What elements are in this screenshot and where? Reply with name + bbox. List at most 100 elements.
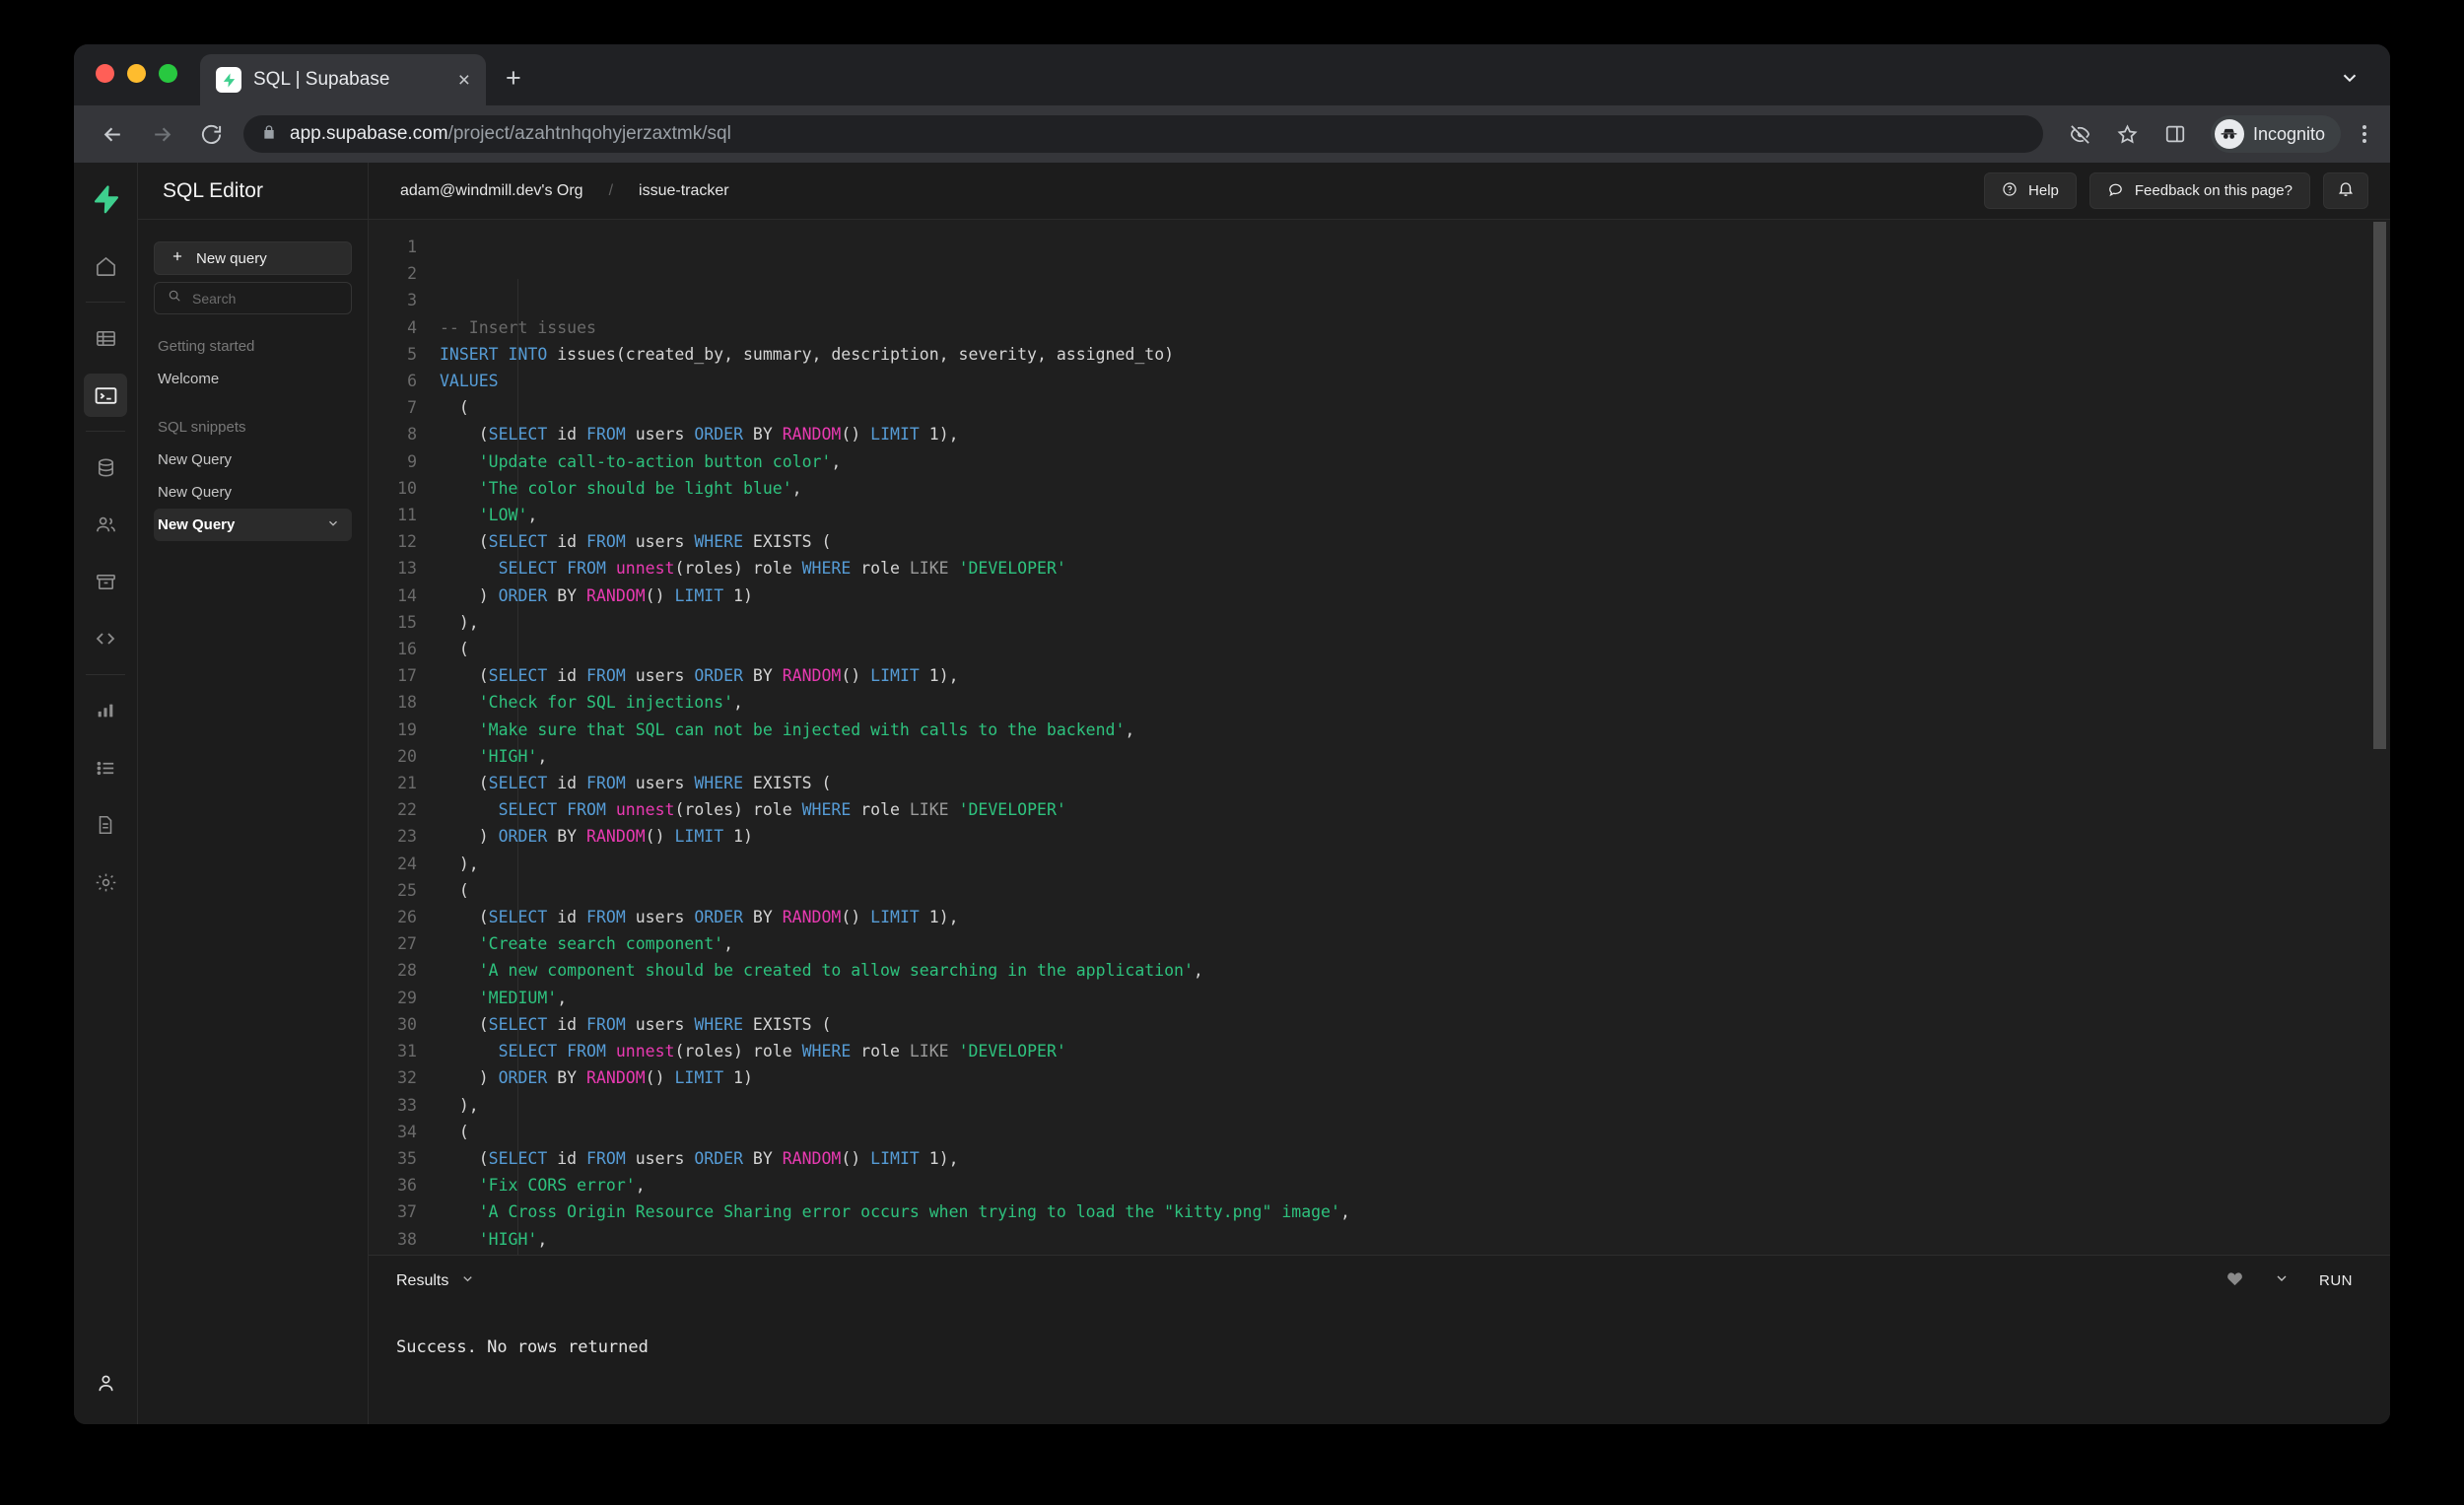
profile-chip[interactable]: Incognito <box>2210 115 2341 153</box>
code-line[interactable]: 'HIGH', <box>440 743 2390 770</box>
address-bar[interactable]: app.supabase.com/project/azahtnhqohyjerz… <box>243 115 2043 153</box>
heart-icon[interactable] <box>2225 1269 2244 1293</box>
code-line[interactable]: ) ORDER BY RANDOM() LIMIT 1) <box>440 1064 2390 1091</box>
code-line[interactable]: 'LOW', <box>440 502 2390 528</box>
code-line[interactable]: ) ORDER BY RANDOM() LIMIT 1) <box>440 823 2390 850</box>
code-line[interactable]: SELECT FROM unnest(roles) role WHERE rol… <box>440 555 2390 581</box>
feedback-button[interactable]: Feedback on this page? <box>2088 172 2310 209</box>
star-icon[interactable] <box>2112 118 2144 150</box>
code-token: ORDER <box>498 827 548 847</box>
code-line[interactable]: (SELECT id FROM users ORDER BY RANDOM() … <box>440 662 2390 689</box>
forward-arrow-icon[interactable] <box>145 117 178 151</box>
code-token: users <box>625 908 695 927</box>
editor-scrollbar[interactable] <box>2373 222 2386 1253</box>
code-line[interactable]: SELECT FROM unnest(roles) role WHERE rol… <box>440 796 2390 823</box>
side-panel-icon[interactable] <box>2159 118 2191 150</box>
code-line[interactable]: ( <box>440 877 2390 904</box>
code-line[interactable]: ( <box>440 1119 2390 1145</box>
run-options-chevron-icon[interactable] <box>2274 1270 2290 1291</box>
code-line[interactable]: ) ORDER BY RANDOM() LIMIT 1) <box>440 582 2390 609</box>
close-window-button[interactable] <box>96 63 114 83</box>
new-tab-button[interactable]: + <box>506 65 521 92</box>
sidebar-item-authentication[interactable] <box>84 503 127 546</box>
sidebar-item-sql-editor[interactable] <box>84 374 127 417</box>
code-token: , <box>831 451 842 471</box>
code-line[interactable]: 'The color should be light blue', <box>440 475 2390 502</box>
code-line[interactable]: ), <box>440 1092 2390 1119</box>
chevron-down-icon[interactable] <box>2339 67 2361 94</box>
supabase-logo[interactable] <box>83 176 128 222</box>
run-button[interactable]: RUN <box>2319 1272 2353 1289</box>
back-arrow-icon[interactable] <box>96 117 129 151</box>
results-toggle[interactable]: Results <box>396 1271 475 1291</box>
code-line[interactable]: 'Check for SQL injections', <box>440 689 2390 716</box>
chevron-down-icon[interactable] <box>460 1271 475 1291</box>
browser-tab-strip: SQL | Supabase × + <box>74 44 2390 105</box>
code-line[interactable]: 'Fix CORS error', <box>440 1172 2390 1198</box>
code-line[interactable]: ), <box>440 609 2390 636</box>
line-number: 16 <box>397 640 417 659</box>
line-number: 5 <box>407 344 417 364</box>
editor-scrollbar-thumb[interactable] <box>2373 222 2386 749</box>
code-line[interactable]: 'Update call-to-action button color', <box>440 448 2390 475</box>
code-line[interactable]: 'Create search component', <box>440 930 2390 957</box>
code-line[interactable]: (SELECT id FROM users WHERE EXISTS ( <box>440 1253 2390 1255</box>
sidebar-item-api-docs[interactable] <box>84 803 127 847</box>
code-line[interactable]: 'HIGH', <box>440 1226 2390 1253</box>
new-query-button[interactable]: New query <box>154 241 352 275</box>
code-line[interactable]: ( <box>440 636 2390 662</box>
code-line[interactable]: 'MEDIUM', <box>440 985 2390 1011</box>
sidebar-item-new-query-1[interactable]: New Query <box>154 444 352 476</box>
code-line[interactable]: (SELECT id FROM users ORDER BY RANDOM() … <box>440 421 2390 447</box>
code-line[interactable]: 'A Cross Origin Resource Sharing error o… <box>440 1198 2390 1225</box>
code-line[interactable]: VALUES <box>440 368 2390 394</box>
code-line[interactable]: (SELECT id FROM users WHERE EXISTS ( <box>440 1011 2390 1038</box>
minimize-window-button[interactable] <box>127 63 146 83</box>
browser-menu-icon[interactable] <box>2357 125 2372 143</box>
sidebar-item-new-query-2[interactable]: New Query <box>154 476 352 509</box>
code-content[interactable]: -- Insert issues INSERT INTO issues(creat… <box>430 234 2390 1255</box>
code-line[interactable]: -- Insert issues <box>440 314 2390 341</box>
sidebar-item-storage[interactable] <box>84 560 127 603</box>
code-line[interactable]: INSERT INTO issues(created_by, summary, … <box>440 341 2390 368</box>
code-line[interactable]: (SELECT id FROM users WHERE EXISTS ( <box>440 770 2390 796</box>
help-button[interactable]: Help <box>1984 172 2077 209</box>
code-editor[interactable]: 1 2 3 4 5 6 7 8 9 10 11 12 13 14 15 16 17 18 19 20 21 22 23 24 2… <box>369 220 2390 1255</box>
breadcrumb-project[interactable]: issue-tracker <box>639 182 729 200</box>
sidebar-item-logs[interactable] <box>84 746 127 789</box>
sidebar-item-reports[interactable] <box>84 689 127 732</box>
sidebar-item-welcome[interactable]: Welcome <box>154 363 352 395</box>
sidebar-item-database[interactable] <box>84 445 127 489</box>
maximize-window-button[interactable] <box>159 63 177 83</box>
code-line[interactable]: (SELECT id FROM users ORDER BY RANDOM() … <box>440 904 2390 930</box>
browser-tab[interactable]: SQL | Supabase × <box>200 54 486 105</box>
code-line[interactable]: 'Make sure that SQL can not be injected … <box>440 717 2390 743</box>
sidebar-item-home[interactable] <box>84 244 127 288</box>
sql-editor[interactable]: 1 2 3 4 5 6 7 8 9 10 11 12 13 14 15 16 17 18 19 20 21 22 23 24 2… <box>369 220 2390 1255</box>
code-line[interactable]: SELECT FROM unnest(roles) role WHERE rol… <box>440 1038 2390 1064</box>
close-icon[interactable]: × <box>456 70 472 91</box>
incognito-icon <box>2214 119 2244 149</box>
sidebar-item-table-editor[interactable] <box>84 316 127 360</box>
eye-off-icon[interactable] <box>2065 118 2096 150</box>
code-line[interactable]: ( <box>440 394 2390 421</box>
chevron-down-icon[interactable] <box>326 516 340 534</box>
breadcrumb-org[interactable]: adam@windmill.dev's Org <box>400 182 583 200</box>
code-line[interactable]: (SELECT id FROM users WHERE EXISTS ( <box>440 528 2390 555</box>
code-line[interactable]: (SELECT id FROM users ORDER BY RANDOM() … <box>440 1145 2390 1172</box>
search-input[interactable] <box>192 290 338 307</box>
sidebar-item-settings[interactable] <box>84 860 127 904</box>
reload-icon[interactable] <box>194 117 228 151</box>
results-actions: RUN <box>2225 1269 2353 1293</box>
code-line[interactable]: 'A new component should be created to al… <box>440 957 2390 984</box>
notifications-button[interactable] <box>2323 172 2368 209</box>
code-line[interactable]: ), <box>440 851 2390 877</box>
sidebar-item-new-query-3[interactable]: New Query <box>154 509 352 541</box>
search-box[interactable] <box>154 282 352 314</box>
user-icon[interactable] <box>84 1361 127 1404</box>
sidebar-item-edge-functions[interactable] <box>84 617 127 660</box>
